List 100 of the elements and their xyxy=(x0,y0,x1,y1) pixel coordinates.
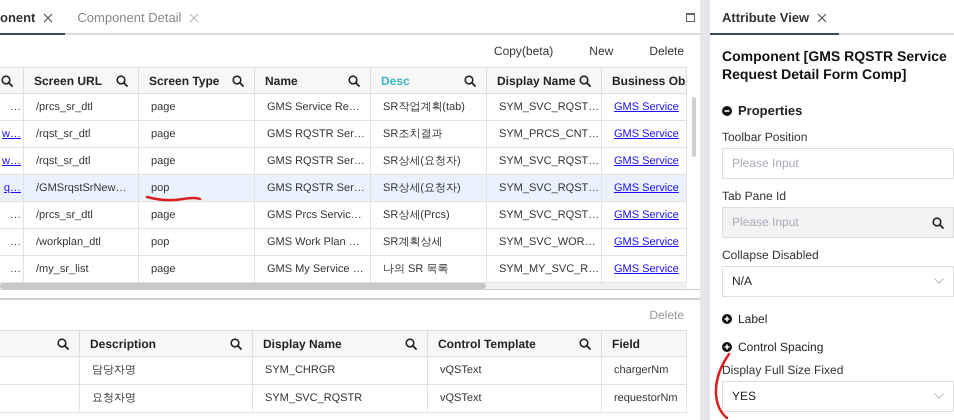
table-cell: SYM_SVC_WOR… xyxy=(487,229,602,255)
table-cell[interactable]: GMS Service xyxy=(602,121,687,147)
annotation-underline-drawing xyxy=(145,193,202,203)
table-cell: … xyxy=(0,202,24,228)
close-icon xyxy=(189,12,200,22)
toolbar-button[interactable]: Delete xyxy=(649,42,684,60)
table-cell[interactable]: w… xyxy=(0,121,24,147)
field-label: Tab Pane Id xyxy=(722,188,788,204)
input-field[interactable]: Please Input xyxy=(722,206,954,238)
table-cell: /my_sr_list xyxy=(24,256,139,282)
table-cell[interactable]: GMS Service xyxy=(602,256,687,282)
table-cell: chargerNm xyxy=(602,357,687,384)
toolbar-button[interactable]: New xyxy=(589,42,614,60)
close-icon xyxy=(817,12,828,22)
table-row[interactable]: … /prcs_sr_dtl page GMS Service Re… SR작업계획(tab) SYM_SVC_RQST… GMS Service xyxy=(0,94,687,121)
chevron-down-icon xyxy=(934,278,944,284)
table-cell: SYM_PRCS_CNT… xyxy=(487,121,602,147)
table-cell: 요청자명 xyxy=(80,385,253,412)
table-cell[interactable]: GMS Service xyxy=(602,175,687,201)
table-cell: vQSText xyxy=(428,385,602,412)
table-row[interactable]: … /prcs_sr_dtl page GMS Prcs Servic… SR상세(Prcs) SYM_SVC_RQST… GMS Service xyxy=(0,202,687,229)
table-cell: SYM_SVC_RQST… xyxy=(487,202,602,228)
table-cell: SYM_SVC_RQST… xyxy=(487,148,602,174)
table-cell: GMS Service Re… xyxy=(255,94,371,120)
tab[interactable]: Attribute View xyxy=(710,2,840,35)
column-header[interactable]: Description xyxy=(80,331,253,356)
table-cell: page xyxy=(139,148,255,174)
toolbar-button[interactable]: Copy(beta) xyxy=(494,42,554,60)
table-cell: 나의 SR 목록 xyxy=(371,256,487,282)
dropdown[interactable]: YES xyxy=(722,380,954,412)
table-cell[interactable]: GMS Service xyxy=(602,229,687,255)
tab[interactable]: Component Detail xyxy=(65,2,212,35)
table-cell: GMS Work Plan … xyxy=(255,229,371,255)
table-cell: GMS My Service … xyxy=(255,256,371,282)
table-cell: page xyxy=(139,202,255,228)
column-header[interactable]: Name xyxy=(255,68,371,93)
table-cell: /prcs_sr_dtl xyxy=(24,94,139,120)
panel-title: Component [GMS RQSTR Service Request Detail Form Comp] xyxy=(722,47,948,83)
table-cell: GMS RQSTR Ser… xyxy=(255,175,371,201)
table-cell: /GMSrqstSrNew… xyxy=(24,175,139,201)
table-cell: SR상세(요청자) xyxy=(371,148,487,174)
column-header[interactable]: Display Name xyxy=(253,331,428,356)
table-row[interactable]: q… /GMSrqstSrNew… pop GMS RQSTR Ser… SR상세(요청자) SYM_SVC_RQST… GMS Service xyxy=(0,175,687,202)
tab[interactable]: onent xyxy=(0,2,66,35)
table-cell: 담당자명 xyxy=(80,357,253,384)
close-icon xyxy=(43,12,54,22)
table-row[interactable]: … /workplan_dtl pop GMS Work Plan … SR계획상세 SYM_SVC_WOR… GMS Service xyxy=(0,229,687,256)
field-label: Collapse Disabled xyxy=(722,246,820,262)
table-cell: vQSText xyxy=(428,357,602,384)
column-header[interactable] xyxy=(0,68,24,93)
table-cell: requestorNm xyxy=(602,385,687,412)
search-icon xyxy=(932,216,944,228)
table-cell: /prcs_sr_dtl xyxy=(24,202,139,228)
table-cell: GMS RQSTR Ser… xyxy=(255,121,371,147)
table-cell: SR상세(Prcs) xyxy=(371,202,487,228)
table-cell: SYM_SVC_RQSTR xyxy=(253,385,428,412)
table-cell[interactable]: GMS Service xyxy=(602,94,687,120)
scrollbar-thumb[interactable] xyxy=(692,97,696,157)
table-cell: page xyxy=(139,256,255,282)
table-cell: … xyxy=(0,94,24,120)
table-cell: SYM_CHRGR xyxy=(253,357,428,384)
column-header[interactable]: Screen Type xyxy=(139,68,255,93)
table-cell[interactable]: GMS Service xyxy=(602,148,687,174)
column-header[interactable]: Business Ob· xyxy=(602,68,687,93)
table-row[interactable]: … /my_sr_list page GMS My Service … 나의 SR 목록 SYM_MY_SVC_R… GMS Service xyxy=(0,256,687,283)
table-cell: /rqst_sr_dtl xyxy=(24,148,139,174)
table-cell: SR상세(요청자) xyxy=(371,175,487,201)
table-row[interactable]: w… /rqst_sr_dtl page GMS RQSTR Ser… SR조치결과 SYM_PRCS_CNT… GMS Service xyxy=(0,121,687,148)
table-cell[interactable]: w… xyxy=(0,148,24,174)
table-cell: SR계획상세 xyxy=(371,229,487,255)
table-cell: pop xyxy=(139,229,255,255)
column-header[interactable]: Screen URL xyxy=(24,68,139,93)
field-label: Display Full Size Fixed xyxy=(722,362,844,378)
section-toggle[interactable]: Control Spacing xyxy=(722,338,954,356)
table-cell: pop xyxy=(139,175,255,201)
column-header[interactable]: Control Template xyxy=(428,331,602,356)
table-cell: SYM_SVC_RQST… xyxy=(487,94,602,120)
table-cell: SR작업계획(tab) xyxy=(371,94,487,120)
table-row[interactable]: w… /rqst_sr_dtl page GMS RQSTR Ser… SR상세(요청자) SYM_SVC_RQST… GMS Service xyxy=(0,148,687,175)
dropdown[interactable]: N/A xyxy=(722,266,954,296)
maximize-icon xyxy=(686,13,695,22)
table-cell: GMS RQSTR Ser… xyxy=(255,148,371,174)
panel-splitter[interactable] xyxy=(700,0,710,420)
table-cell: SYM_MY_SVC_R… xyxy=(487,256,602,282)
table-cell: GMS Prcs Servic… xyxy=(255,202,371,228)
field-label: Toolbar Position xyxy=(722,128,808,144)
column-header[interactable]: Field xyxy=(602,331,687,356)
table-cell[interactable]: GMS Service xyxy=(602,202,687,228)
scrollbar-thumb[interactable] xyxy=(0,283,486,289)
table-cell: … xyxy=(0,256,24,282)
column-header[interactable]: Display Name xyxy=(487,68,602,93)
table-cell[interactable]: q… xyxy=(0,175,24,201)
input-field[interactable]: Please Input xyxy=(722,148,954,178)
table-cell: page xyxy=(139,94,255,120)
table-cell: … xyxy=(0,229,24,255)
table-cell: SR조치결과 xyxy=(371,121,487,147)
table-cell: /workplan_dtl xyxy=(24,229,139,255)
section-toggle[interactable]: Properties xyxy=(722,101,954,120)
table-cell: SYM_SVC_RQST… xyxy=(487,175,602,201)
section-toggle[interactable]: Label xyxy=(722,310,954,328)
